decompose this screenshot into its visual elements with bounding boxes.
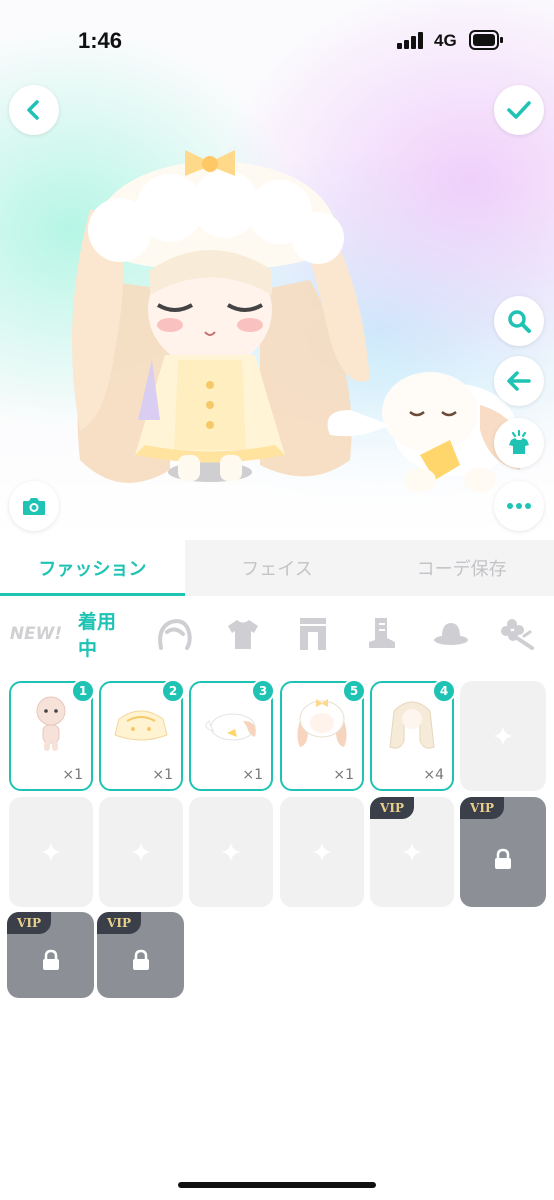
category-new[interactable]: NEW! xyxy=(10,604,62,664)
vip-label: VIP xyxy=(460,797,504,819)
item-badge: 1 xyxy=(71,679,95,703)
more-icon xyxy=(507,503,531,509)
vip-label: VIP xyxy=(7,912,51,934)
lock-icon xyxy=(495,848,511,869)
sparkle-icon xyxy=(402,842,422,862)
confirm-button[interactable] xyxy=(494,85,544,135)
sparkle-icon xyxy=(131,842,151,862)
home-indicator[interactable] xyxy=(178,1182,376,1188)
more-button[interactable] xyxy=(494,481,544,531)
search-icon xyxy=(508,310,531,333)
pants-icon xyxy=(300,618,326,650)
boots-icon xyxy=(369,618,395,648)
tab-bar: ファッション フェイス コーデ保存 xyxy=(0,540,554,596)
vip-label: VIP xyxy=(97,912,141,934)
network-label: 4G xyxy=(434,31,457,50)
category-accessories[interactable] xyxy=(497,604,541,664)
shirt-icon xyxy=(228,620,258,649)
item-badge: 2 xyxy=(161,679,185,703)
item-slot[interactable]: 3 ×1 xyxy=(189,679,275,791)
undo-arrow-icon xyxy=(507,371,531,391)
tab-face[interactable]: フェイス xyxy=(185,540,370,596)
category-shoes[interactable] xyxy=(360,604,404,664)
tab-saved-outfits[interactable]: コーデ保存 xyxy=(369,540,554,596)
camera-button[interactable] xyxy=(9,481,59,531)
avatar-character-image xyxy=(72,150,522,492)
empty-slot[interactable] xyxy=(280,797,364,907)
vip-label: VIP xyxy=(370,797,414,819)
vip-locked-slot[interactable]: VIP xyxy=(97,912,184,998)
category-hats[interactable] xyxy=(429,604,473,664)
status-bar: 1:46 4G xyxy=(0,0,554,80)
sparkle-icon xyxy=(221,842,241,862)
item-slot[interactable]: 2 ×1 xyxy=(99,679,185,791)
item-slot[interactable]: 1 ×1 xyxy=(9,679,95,791)
empty-slot[interactable] xyxy=(9,797,93,907)
hair-icon xyxy=(158,619,192,650)
chevron-left-icon xyxy=(27,100,39,120)
item-count: ×1 xyxy=(62,767,83,783)
hat-icon xyxy=(434,623,468,645)
category-wearing[interactable]: 着用中 xyxy=(78,604,134,664)
empty-slot[interactable] xyxy=(460,681,546,791)
bunny-hood-thumb xyxy=(297,699,347,747)
lock-icon xyxy=(42,949,59,971)
undo-button[interactable] xyxy=(494,356,544,406)
vip-locked-slot[interactable]: VIP xyxy=(7,912,94,998)
empty-slot[interactable] xyxy=(189,797,273,907)
hair-thumb xyxy=(389,701,435,749)
camera-icon xyxy=(23,498,45,515)
sparkle-icon xyxy=(41,842,61,862)
checkmark-icon xyxy=(507,101,531,119)
item-slot[interactable]: 5 ×1 xyxy=(280,679,366,791)
shirt-sparkle-icon xyxy=(509,429,529,454)
accessory-icon xyxy=(501,619,534,650)
category-hair[interactable] xyxy=(152,604,196,664)
signal-icon xyxy=(397,31,427,49)
category-bottoms[interactable] xyxy=(291,604,335,664)
category-tops[interactable] xyxy=(221,604,265,664)
plush-thumb xyxy=(205,713,256,741)
item-count: ×1 xyxy=(242,767,263,783)
avatar-preview: 1:46 4G xyxy=(0,0,554,540)
status-time: 1:46 xyxy=(78,28,123,53)
tab-fashion[interactable]: ファッション xyxy=(0,540,185,596)
battery-icon xyxy=(469,30,503,50)
category-bar: NEW! 着用中 xyxy=(0,604,554,664)
sparkle-icon xyxy=(312,842,332,862)
lock-icon xyxy=(132,949,149,971)
item-count: ×1 xyxy=(333,767,354,783)
item-badge: 5 xyxy=(342,679,366,703)
empty-slot[interactable] xyxy=(99,797,183,907)
body-thumb xyxy=(36,696,66,751)
item-count: ×1 xyxy=(152,767,173,783)
vip-locked-slot[interactable]: VIP xyxy=(460,797,546,907)
outfit-button[interactable] xyxy=(494,418,544,468)
sparkle-icon xyxy=(493,726,513,746)
back-button[interactable] xyxy=(9,85,59,135)
item-count: ×4 xyxy=(423,767,444,783)
dress-thumb xyxy=(114,710,168,741)
zoom-button[interactable] xyxy=(494,296,544,346)
item-badge: 4 xyxy=(432,679,456,703)
item-slot[interactable]: 4 ×4 xyxy=(370,679,456,791)
vip-empty-slot[interactable]: VIP xyxy=(370,797,454,907)
item-badge: 3 xyxy=(251,679,275,703)
